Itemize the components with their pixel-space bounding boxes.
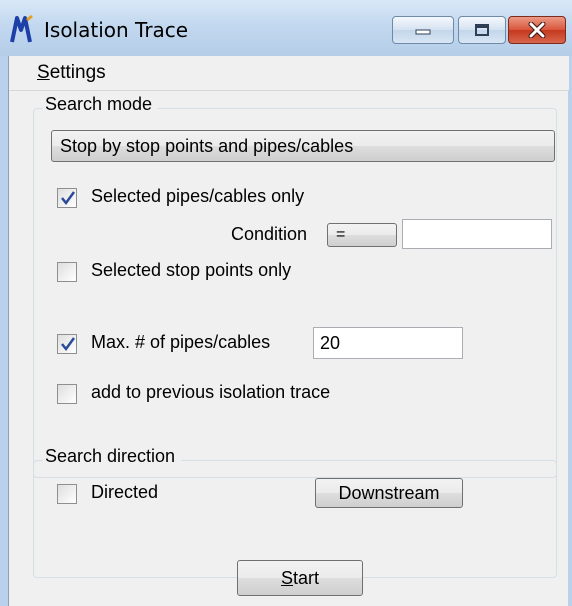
condition-value-input[interactable]: [402, 219, 552, 249]
search-mode-button[interactable]: Stop by stop points and pipes/cables: [51, 130, 555, 162]
start-mnemonic: S: [280, 567, 293, 588]
app-logo-icon: [10, 14, 33, 43]
directed-label: Directed: [91, 482, 159, 502]
menu-settings[interactable]: Settings: [37, 62, 106, 84]
dialog-client-area: Settings Search mode Stop by stop points…: [8, 56, 569, 606]
minimize-button[interactable]: [392, 16, 454, 44]
start-label: tart: [293, 567, 320, 588]
window-title: Isolation Trace: [44, 18, 189, 42]
search-mode-group: [33, 108, 557, 478]
max-pipes-label: Max. # of pipes/cables: [91, 332, 271, 352]
maximize-icon: [475, 24, 489, 36]
isolation-trace-window: Isolation Trace Settings Search mode Sto…: [0, 0, 572, 606]
minimize-icon: [415, 29, 431, 35]
menu-bar: Settings: [9, 56, 569, 90]
close-icon: [528, 22, 546, 38]
max-pipes-checkbox[interactable]: [57, 334, 77, 354]
condition-label: Condition: [231, 224, 308, 244]
menu-divider: [9, 90, 569, 91]
title-bar[interactable]: Isolation Trace: [0, 0, 572, 56]
add-to-previous-label: add to previous isolation trace: [91, 382, 331, 402]
direction-button[interactable]: Downstream: [315, 478, 463, 508]
close-button[interactable]: [508, 16, 566, 44]
selected-stop-points-checkbox[interactable]: [57, 262, 77, 282]
selected-stop-points-label: Selected stop points only: [91, 260, 292, 280]
search-direction-title: Search direction: [43, 446, 182, 467]
add-to-previous-checkbox[interactable]: [57, 384, 77, 404]
selected-pipes-checkbox[interactable]: [57, 188, 77, 208]
maximize-button[interactable]: [458, 16, 506, 44]
directed-checkbox[interactable]: [57, 484, 77, 504]
menu-settings-mnemonic: S: [37, 62, 50, 83]
search-mode-title: Search mode: [43, 94, 159, 115]
max-pipes-input[interactable]: 20: [313, 327, 463, 359]
checkmark-icon: [61, 191, 76, 206]
start-button[interactable]: Start: [237, 560, 363, 596]
menu-settings-label: ettings: [49, 62, 106, 83]
condition-operator-button[interactable]: =: [327, 223, 397, 247]
selected-pipes-label: Selected pipes/cables only: [91, 186, 305, 206]
checkmark-icon: [61, 337, 76, 352]
